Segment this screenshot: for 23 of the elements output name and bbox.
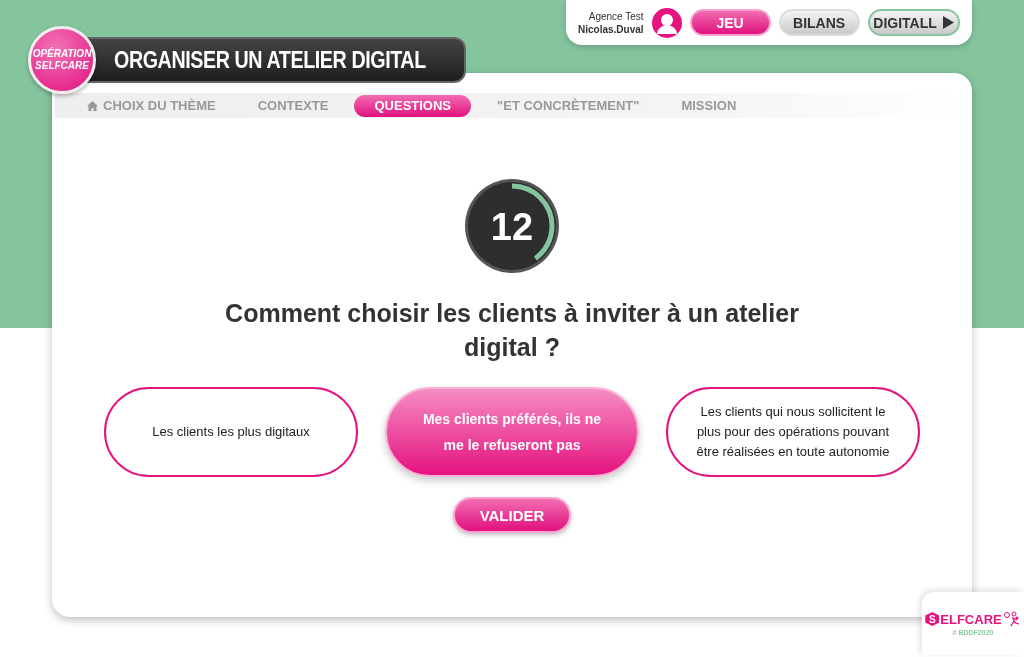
countdown-timer: 12 xyxy=(464,178,560,274)
nav-button[interactable]: BILANS xyxy=(778,9,860,36)
home-icon xyxy=(87,100,98,111)
play-button[interactable]: DIGITALL xyxy=(867,9,960,36)
play-icon xyxy=(942,16,954,29)
step-tab[interactable]: QUESTIONS xyxy=(354,94,472,117)
step-tab[interactable]: CHOIX DU THÈME xyxy=(71,94,232,117)
avatar-icon xyxy=(651,7,682,38)
submit-button[interactable]: VALIDER xyxy=(453,497,571,533)
user-name: Nicolas.Duval xyxy=(578,22,644,36)
question-text: Comment choisir les clients à inviter à un atelier digital ? xyxy=(224,298,800,363)
brand-word: ELFCARE xyxy=(940,611,1002,627)
step-tab[interactable]: "ET CONCRÈTEMENT" xyxy=(481,94,656,117)
runner-icon xyxy=(1002,611,1021,627)
step-tab[interactable]: MISSION xyxy=(665,94,753,117)
answer-option[interactable]: Mes clients préférés, ils ne me le refuseront pas xyxy=(385,387,639,477)
answer-option[interactable]: Les clients les plus digitaux xyxy=(104,387,358,477)
step-tab[interactable]: CONTEXTE xyxy=(241,94,345,117)
logo: OPÉRATION SELFCARE xyxy=(28,26,96,94)
agency-name: Agence Test xyxy=(588,9,644,23)
answer-option[interactable]: Les clients qui nous sollicitent le plus pour des opérations pouvant être réalisées en toute autonomie xyxy=(666,387,920,477)
nav-button[interactable]: JEU xyxy=(689,9,771,36)
hexagon-letter: S xyxy=(925,612,940,626)
